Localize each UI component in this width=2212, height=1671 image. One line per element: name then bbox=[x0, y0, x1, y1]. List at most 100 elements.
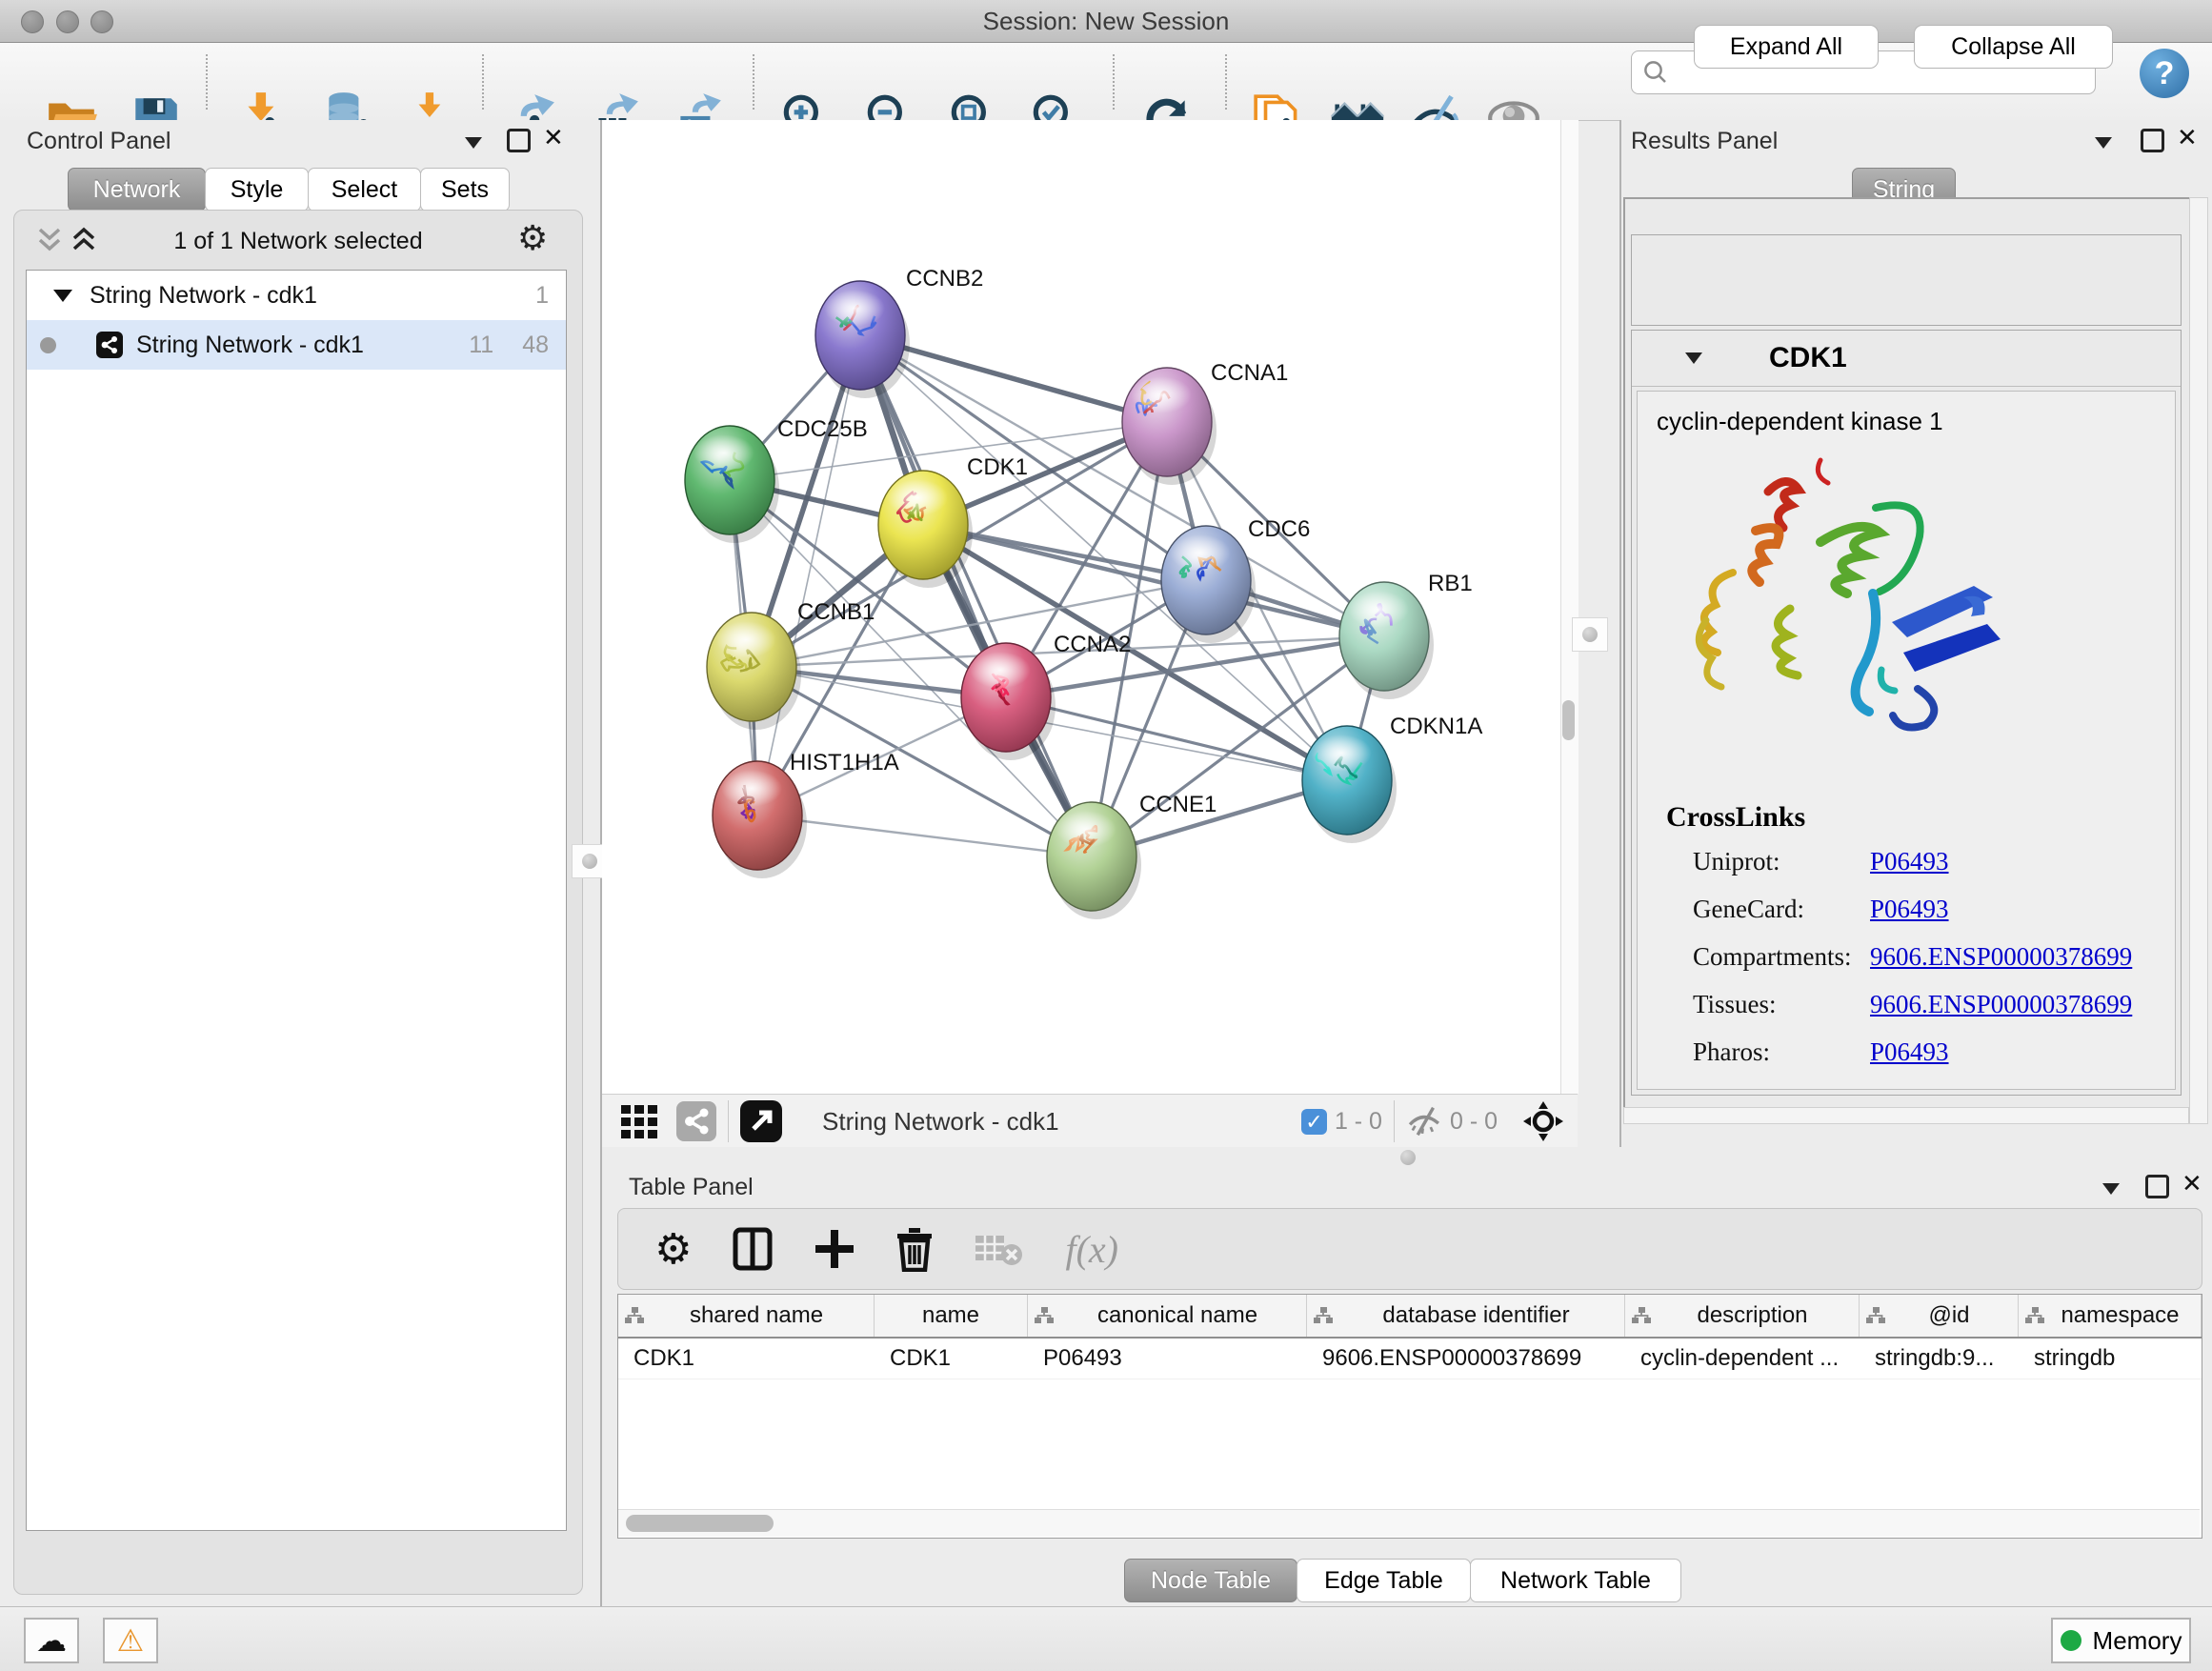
table-settings-gear-icon[interactable]: ⚙ bbox=[654, 1225, 692, 1274]
node-label-CCNB2: CCNB2 bbox=[906, 266, 983, 292]
network-canvas[interactable]: CCNB2CCNA1CDC25BCDK1CDC6RB1CCNB1CCNA2CDK… bbox=[602, 120, 1560, 1094]
column-header-name[interactable]: name bbox=[875, 1295, 1028, 1337]
network-node-CCNE1[interactable] bbox=[1047, 802, 1141, 919]
crosslink-label: Compartments: bbox=[1693, 942, 1851, 972]
results-buttons-box bbox=[1631, 234, 2182, 326]
gene-section-header[interactable]: CDK1 bbox=[1632, 331, 2181, 387]
results-panel-menu-icon[interactable] bbox=[2095, 137, 2112, 149]
network-node-CCNB2[interactable] bbox=[815, 281, 910, 398]
splitter-dot bbox=[1582, 627, 1598, 642]
network-node-CCNB1[interactable] bbox=[707, 613, 801, 730]
control-panel-close-icon[interactable]: ✕ bbox=[543, 128, 564, 147]
function-builder-icon[interactable]: f(x) bbox=[1065, 1227, 1118, 1272]
crosslink-link[interactable]: 9606.ENSP00000378699 bbox=[1870, 990, 2132, 1019]
table-row[interactable]: CDK1CDK1P064939606.ENSP00000378699cyclin… bbox=[618, 1339, 2202, 1379]
table-cell: CDK1 bbox=[875, 1339, 1028, 1379]
table-panel-menu-icon[interactable] bbox=[2102, 1183, 2120, 1195]
hierarchy-icon bbox=[1631, 1306, 1652, 1325]
tab-edge-table[interactable]: Edge Table bbox=[1297, 1559, 1471, 1602]
crosslink-link[interactable]: P06493 bbox=[1870, 895, 1949, 924]
network-edge[interactable] bbox=[757, 815, 1092, 856]
fit-content-crosshair-icon[interactable] bbox=[1522, 1100, 1564, 1142]
collapse-all-button[interactable]: Collapse All bbox=[1914, 25, 2113, 69]
column-header-canonical-name[interactable]: canonical name bbox=[1028, 1295, 1307, 1337]
crosslink-link[interactable]: P06493 bbox=[1870, 847, 1949, 876]
column-header-shared-name[interactable]: shared name bbox=[618, 1295, 875, 1337]
results-vertical-scrollbar[interactable] bbox=[2189, 197, 2208, 1124]
table-scrollbar-thumb[interactable] bbox=[626, 1515, 774, 1532]
hierarchy-icon bbox=[1034, 1306, 1055, 1325]
table-panel-float-icon[interactable] bbox=[2145, 1175, 2169, 1198]
table-horizontal-scrollbar[interactable] bbox=[618, 1509, 2200, 1537]
network-list: String Network - cdk1 1 String Network -… bbox=[26, 270, 567, 1531]
column-header-namespace[interactable]: namespace bbox=[2019, 1295, 2202, 1337]
network-options-gear-icon[interactable]: ⚙ bbox=[517, 218, 548, 258]
canvas-vertical-scrollbar[interactable] bbox=[1560, 120, 1579, 1094]
crosslink-row: Uniprot: P06493 bbox=[1638, 847, 2171, 895]
warnings-button[interactable]: ⚠ bbox=[103, 1618, 158, 1663]
node-label-CCNA1: CCNA1 bbox=[1211, 360, 1288, 386]
results-panel-close-icon[interactable]: ✕ bbox=[2177, 128, 2198, 147]
gene-name: CDK1 bbox=[1769, 342, 1847, 374]
network-edge[interactable] bbox=[860, 335, 1092, 856]
network-node-RB1[interactable] bbox=[1339, 582, 1434, 699]
crosslinks-block: CrossLinks Uniprot: P06493 GeneCard: P06… bbox=[1638, 801, 2171, 1085]
add-column-icon[interactable] bbox=[814, 1228, 855, 1270]
expand-all-button[interactable]: Expand All bbox=[1694, 25, 1879, 69]
splitter-dot bbox=[582, 854, 597, 869]
network-edge-count: 48 bbox=[522, 332, 549, 359]
tab-network-table[interactable]: Network Table bbox=[1470, 1559, 1681, 1602]
selected-checkbox-icon[interactable]: ✓ bbox=[1301, 1109, 1327, 1135]
tab-style[interactable]: Style bbox=[205, 168, 309, 211]
network-node-CDK1[interactable] bbox=[878, 471, 973, 588]
canvas-scrollbar-thumb[interactable] bbox=[1562, 700, 1575, 740]
network-collection-row[interactable]: String Network - cdk1 1 bbox=[27, 271, 566, 320]
column-header-description[interactable]: description bbox=[1625, 1295, 1860, 1337]
search-icon bbox=[1641, 58, 1670, 87]
network-edge[interactable] bbox=[757, 335, 860, 815]
network-row[interactable]: String Network - cdk1 11 48 bbox=[27, 320, 566, 370]
network-birdseye-icon[interactable] bbox=[676, 1101, 716, 1141]
delete-column-trash-icon[interactable] bbox=[895, 1226, 934, 1272]
gene-expander-icon[interactable] bbox=[1685, 352, 1702, 364]
network-node-HIST1H1A[interactable] bbox=[713, 761, 807, 878]
network-node-CDC6[interactable] bbox=[1161, 526, 1256, 643]
titlebar: Session: New Session bbox=[0, 0, 2212, 43]
results-panel-float-icon[interactable] bbox=[2141, 129, 2164, 152]
separator bbox=[728, 1100, 729, 1142]
tab-select[interactable]: Select bbox=[308, 168, 421, 211]
table-panel-close-icon[interactable]: ✕ bbox=[2182, 1174, 2202, 1193]
show-columns-icon[interactable] bbox=[732, 1226, 774, 1272]
results-horizontal-scrollbar[interactable] bbox=[1623, 1107, 2189, 1124]
protein-structure-image bbox=[1678, 449, 2040, 811]
expander-icon[interactable] bbox=[53, 290, 72, 302]
crosslink-row: Compartments: 9606.ENSP00000378699 bbox=[1638, 942, 2171, 990]
crosslink-link[interactable]: 9606.ENSP00000378699 bbox=[1870, 942, 2132, 972]
horizontal-splitter[interactable] bbox=[602, 1147, 2212, 1168]
toolbar-separator bbox=[482, 54, 484, 110]
crosslink-link[interactable]: P06493 bbox=[1870, 1037, 1949, 1067]
network-node-CDC25B[interactable] bbox=[685, 426, 779, 543]
network-node-CCNA1[interactable] bbox=[1122, 368, 1217, 485]
control-panel-float-icon[interactable] bbox=[507, 129, 531, 152]
column-header-database-identifier[interactable]: database identifier bbox=[1307, 1295, 1625, 1337]
memory-status-dot-icon bbox=[2061, 1630, 2081, 1651]
tab-sets[interactable]: Sets bbox=[420, 168, 510, 211]
column-header--id[interactable]: @id bbox=[1860, 1295, 2019, 1337]
network-node-CDKN1A[interactable] bbox=[1302, 726, 1397, 843]
network-node-CCNA2[interactable] bbox=[961, 643, 1056, 760]
help-button[interactable]: ? bbox=[2140, 49, 2189, 98]
tab-network[interactable]: Network bbox=[68, 168, 206, 211]
cloud-icon: ☁ bbox=[36, 1622, 67, 1659]
delete-table-icon[interactable] bbox=[974, 1230, 1023, 1268]
memory-button[interactable]: Memory bbox=[2051, 1618, 2191, 1663]
toolbar-separator bbox=[753, 54, 754, 110]
grid-view-icon[interactable] bbox=[619, 1101, 659, 1141]
right-splitter-handle[interactable] bbox=[1572, 617, 1608, 652]
tab-node-table[interactable]: Node Table bbox=[1124, 1559, 1297, 1602]
table-cell: cyclin-dependent ... bbox=[1625, 1339, 1860, 1379]
detach-view-icon[interactable] bbox=[740, 1100, 782, 1142]
cloud-status-button[interactable]: ☁ bbox=[24, 1618, 79, 1663]
control-panel-menu-icon[interactable] bbox=[465, 137, 482, 149]
control-panel-tabs: Network Style Select Sets bbox=[69, 168, 510, 211]
